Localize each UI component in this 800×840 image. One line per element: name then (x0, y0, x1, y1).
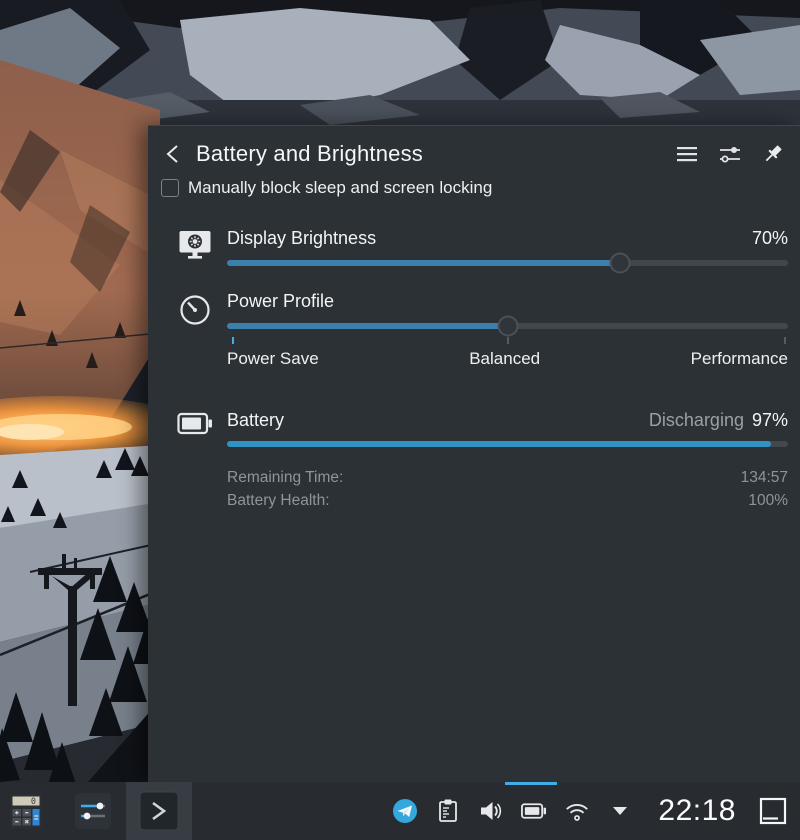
show-desktop-icon (759, 797, 787, 825)
clipboard-icon (436, 798, 460, 824)
calculator-launcher[interactable]: 0 (8, 793, 44, 829)
power-profile-ticks (227, 337, 788, 346)
terminal-icon (139, 791, 179, 831)
battery-icon (177, 412, 213, 437)
brightness-track[interactable] (227, 260, 788, 266)
battery-progress-bar (227, 441, 788, 447)
power-profile-handle[interactable] (497, 316, 518, 337)
back-chevron-icon (163, 142, 185, 166)
popup-header: Battery and Brightness (148, 126, 800, 170)
tray-expand-button[interactable] (607, 798, 633, 824)
battery-tray-icon-glyph (521, 800, 547, 822)
battery-row: Battery Discharging 97% Remaining Time: … (163, 410, 788, 512)
audio-sliders-icon (75, 793, 111, 829)
pin-icon (761, 142, 785, 166)
configure-button[interactable] (717, 141, 743, 167)
pin-button[interactable] (760, 141, 786, 167)
power-profile-label: Power Profile (227, 291, 334, 312)
calculator-icon: 0 (9, 793, 43, 829)
option-power-save[interactable]: Power Save (227, 349, 319, 369)
power-profile-row: Power Profile Power Save (163, 291, 788, 369)
telegram-icon (392, 798, 418, 824)
battery-value: 97% (752, 410, 788, 431)
volume-icon (478, 798, 504, 824)
volume-tray-icon[interactable] (478, 798, 504, 824)
menu-button[interactable] (674, 141, 700, 167)
wifi-tray-icon[interactable] (564, 798, 590, 824)
wifi-icon (564, 798, 590, 824)
speedometer-icon (178, 293, 212, 327)
option-balanced[interactable]: Balanced (469, 349, 540, 369)
brightness-slider[interactable] (227, 252, 788, 274)
popup-title: Battery and Brightness (196, 141, 674, 167)
remaining-time-row: Remaining Time: 134:57 (227, 466, 788, 489)
brightness-handle[interactable] (609, 253, 630, 274)
brightness-value: 70% (752, 228, 788, 249)
audio-sliders-launcher[interactable] (75, 793, 111, 829)
block-sleep-checkbox[interactable] (161, 179, 179, 197)
telegram-tray-icon[interactable] (392, 798, 418, 824)
option-performance[interactable]: Performance (691, 349, 788, 369)
battery-tray-icon[interactable] (521, 798, 547, 824)
brightness-label: Display Brightness (227, 228, 376, 249)
brightness-row: Display Brightness 70% (163, 228, 788, 274)
desktop: Battery and Brightness (0, 0, 800, 840)
taskbar: 0 (0, 782, 800, 840)
block-sleep-label: Manually block sleep and screen locking (188, 178, 492, 198)
block-sleep-row: Manually block sleep and screen locking (148, 170, 800, 198)
back-button[interactable] (161, 141, 187, 167)
caret-down-icon (612, 805, 628, 817)
hamburger-icon (675, 143, 699, 165)
svg-text:0: 0 (31, 797, 36, 807)
battery-status: Discharging (649, 410, 744, 431)
monitor-brightness-icon (178, 230, 213, 261)
terminal-task[interactable] (126, 782, 192, 840)
clock[interactable]: 22:18 (658, 794, 736, 828)
power-profile-slider[interactable] (227, 315, 788, 337)
show-desktop-button[interactable] (759, 797, 787, 825)
battery-health-row: Battery Health: 100% (227, 489, 788, 512)
clipboard-tray-icon[interactable] (435, 798, 461, 824)
battery-label: Battery (227, 410, 284, 431)
battery-brightness-popup: Battery and Brightness (148, 125, 800, 782)
sliders-icon (717, 142, 743, 166)
